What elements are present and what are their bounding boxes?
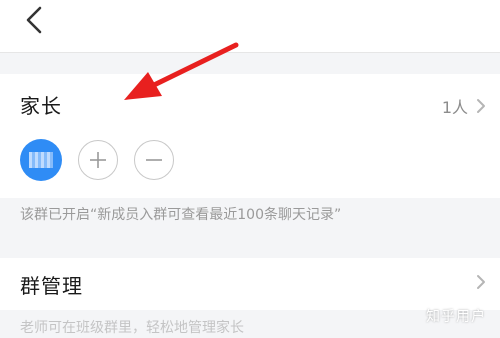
blurred-avatar-icon (29, 152, 53, 168)
avatar[interactable] (20, 139, 62, 181)
parents-count: 1人 (441, 98, 468, 117)
group-manage-hint: 老师可在班级群里，轻松地管理家长 (20, 320, 244, 336)
remove-member-button[interactable] (134, 140, 174, 180)
watermark: 知乎用户 (426, 309, 486, 325)
parents-title: 家长 (20, 94, 62, 118)
parents-avatar-row (20, 138, 174, 182)
chevron-right-icon (476, 98, 486, 114)
history-notice: 该群已开启“新成员入群可查看最近100条聊天记录” (20, 207, 342, 223)
plus-icon (90, 152, 106, 168)
top-bar (0, 0, 500, 53)
group-manage-row[interactable]: 群管理 (0, 258, 500, 310)
chevron-right-icon (476, 274, 486, 294)
add-member-button[interactable] (78, 140, 118, 180)
chevron-left-icon (26, 6, 42, 34)
parents-section: 家长 1人 (0, 74, 500, 198)
group-manage-title: 群管理 (20, 274, 83, 298)
minus-icon (146, 159, 162, 161)
parents-count-link[interactable]: 1人 (442, 94, 486, 118)
back-button[interactable] (14, 0, 54, 40)
